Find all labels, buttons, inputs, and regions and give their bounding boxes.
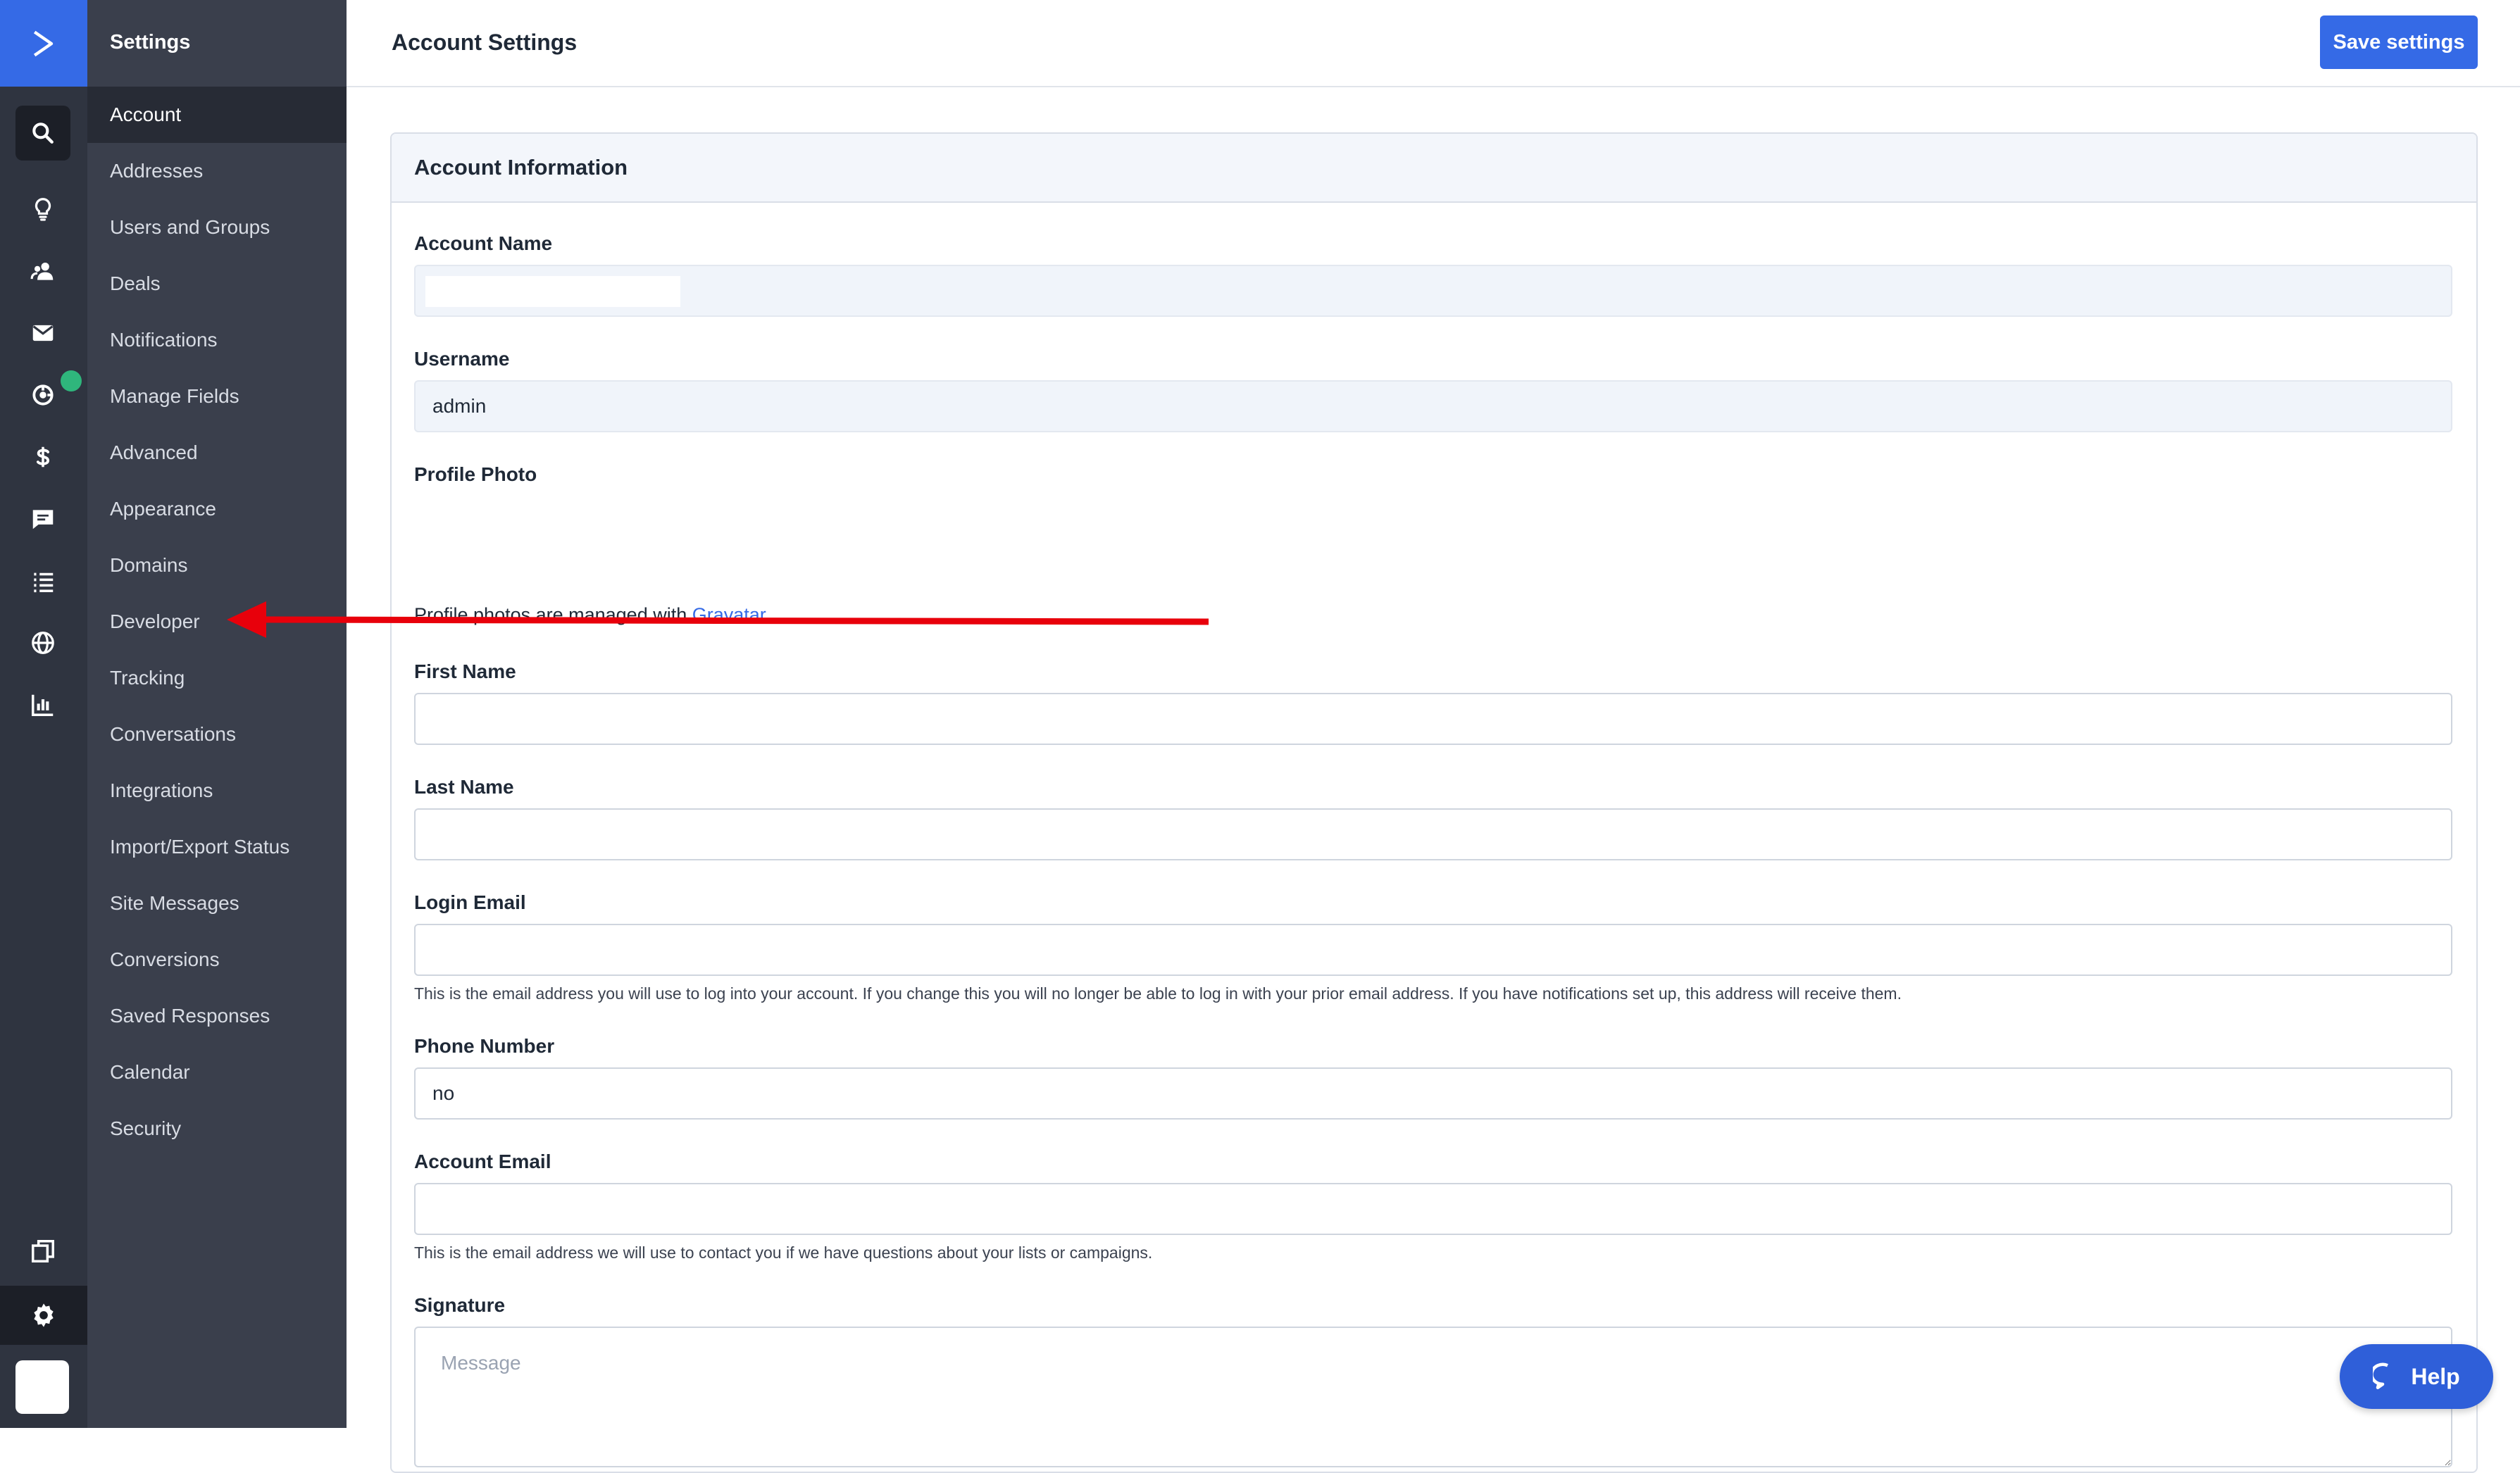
first-name-field[interactable] — [414, 693, 2452, 745]
gear-icon[interactable] — [0, 1286, 87, 1345]
sidebar-item-manage-fields[interactable]: Manage Fields — [87, 368, 347, 425]
bar-chart-icon[interactable] — [15, 677, 70, 732]
account-email-label: Account Email — [414, 1151, 551, 1172]
signature-label: Signature — [414, 1294, 506, 1316]
sidebar-item-integrations[interactable]: Integrations — [87, 763, 347, 819]
chat-bubble-icon — [2373, 1362, 2389, 1390]
logo-chevron-icon[interactable] — [0, 0, 87, 87]
sidebar-item-notifications[interactable]: Notifications — [87, 312, 347, 368]
profile-photo-help-text: Profile photos are managed with — [414, 604, 692, 625]
status-dot — [61, 370, 82, 391]
username-label: Username — [414, 348, 510, 370]
phone-number-label: Phone Number — [414, 1035, 555, 1057]
sidebar-item-calendar[interactable]: Calendar — [87, 1044, 347, 1101]
login-email-field[interactable] — [414, 924, 2452, 976]
login-email-help: This is the email address you will use t… — [414, 984, 1902, 1003]
account-name-label: Account Name — [414, 232, 553, 254]
sidebar-item-tracking[interactable]: Tracking — [87, 650, 347, 706]
sidebar-item-developer[interactable]: Developer — [87, 594, 347, 650]
phone-number-field[interactable] — [414, 1067, 2452, 1120]
signature-field[interactable] — [414, 1327, 2452, 1467]
avatar[interactable] — [15, 1360, 69, 1414]
sidebar-item-account[interactable]: Account — [87, 87, 347, 143]
account-email-field[interactable] — [414, 1183, 2452, 1235]
lightbulb-icon[interactable] — [15, 182, 70, 237]
sidebar-item-advanced[interactable]: Advanced — [87, 425, 347, 481]
profile-photo-label: Profile Photo — [414, 463, 537, 485]
dollar-icon[interactable] — [15, 430, 70, 484]
globe-icon[interactable] — [15, 615, 70, 670]
help-button-label: Help — [2411, 1363, 2460, 1389]
sidebar-item-conversations[interactable]: Conversations — [87, 706, 347, 763]
save-settings-button[interactable]: Save settings — [2320, 15, 2478, 69]
sidebar-item-saved-responses[interactable]: Saved Responses — [87, 988, 347, 1044]
last-name-field[interactable] — [414, 808, 2452, 860]
first-name-label: First Name — [414, 660, 516, 682]
contacts-icon[interactable] — [15, 244, 70, 299]
chat-icon[interactable] — [15, 491, 70, 546]
sidebar-item-addresses[interactable]: Addresses — [87, 143, 347, 199]
sidebar-item-users-and-groups[interactable]: Users and Groups — [87, 199, 347, 256]
sidebar-item-appearance[interactable]: Appearance — [87, 481, 347, 537]
settings-nav: Account Addresses Users and Groups Deals Not… — [87, 87, 347, 1157]
help-button[interactable]: Help — [2340, 1344, 2493, 1409]
sidebar-title: Settings — [110, 31, 191, 54]
account-information-card: Account Information — [390, 132, 2478, 1473]
login-email-label: Login Email — [414, 891, 526, 913]
account-name-field[interactable] — [414, 265, 2452, 317]
copy-icon[interactable] — [15, 1224, 70, 1279]
sidebar-item-conversions[interactable]: Conversions — [87, 932, 347, 988]
sidebar-item-import-export-status[interactable]: Import/Export Status — [87, 819, 347, 875]
sidebar-item-domains[interactable]: Domains — [87, 537, 347, 594]
account-name-value — [425, 276, 680, 307]
last-name-label: Last Name — [414, 776, 514, 798]
envelope-icon[interactable] — [15, 306, 70, 361]
sidebar-item-deals[interactable]: Deals — [87, 256, 347, 312]
sidebar-item-site-messages[interactable]: Site Messages — [87, 875, 347, 932]
search-icon[interactable] — [15, 106, 70, 161]
account-email-help: This is the email address we will use to… — [414, 1243, 1153, 1262]
card-title: Account Information — [392, 134, 2476, 203]
list-icon[interactable] — [15, 553, 70, 608]
top-bar — [347, 0, 2520, 87]
gravatar-link[interactable]: Gravatar — [692, 604, 766, 625]
profile-photo-help: Profile photos are managed with Gravatar — [414, 604, 766, 626]
sidebar-item-security[interactable]: Security — [87, 1101, 347, 1157]
page-title: Account Settings — [392, 30, 578, 55]
username-field[interactable] — [414, 380, 2452, 432]
